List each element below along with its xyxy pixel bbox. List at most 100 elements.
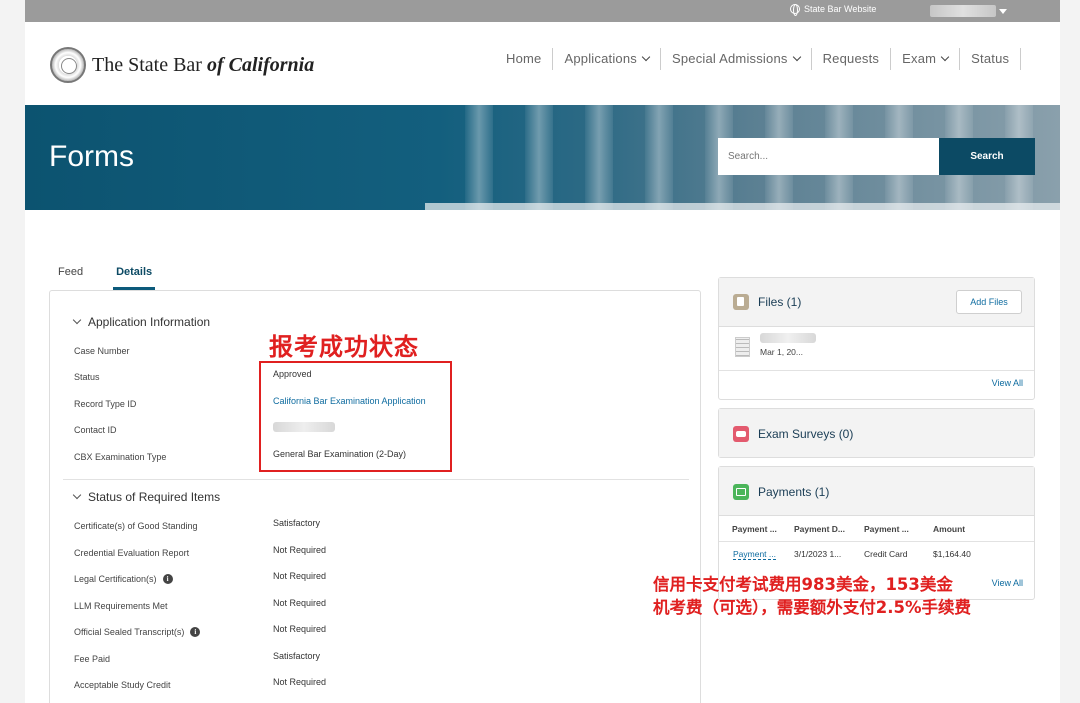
exam-surveys-title-text: Exam Surveys (0) <box>758 427 854 441</box>
required-items-header[interactable]: Status of Required Items <box>72 490 221 504</box>
llm-req-label-text: LLM Requirements Met <box>74 601 168 611</box>
info-icon[interactable]: i <box>162 574 173 584</box>
nav-exam-label: Exam <box>902 51 937 66</box>
exam-surveys-card: Exam Surveys (0) <box>718 408 1035 458</box>
case-number-label: Case Number <box>74 346 130 356</box>
fee-paid-label: Fee Paid <box>74 654 110 664</box>
payments-title-text: Payments (1) <box>758 485 830 499</box>
files-icon <box>733 294 749 310</box>
page-margin-left <box>0 0 25 703</box>
search-input[interactable] <box>718 138 940 175</box>
file-document-icon <box>735 337 750 357</box>
nav-applications-label: Applications <box>564 51 637 66</box>
annotation-highlight-box <box>259 361 452 472</box>
payment-method-cell: Credit Card <box>864 549 908 559</box>
credential-eval-label: Credential Evaluation Report <box>74 548 189 558</box>
chevron-down-icon <box>940 52 950 62</box>
user-menu-caret-icon[interactable] <box>999 9 1007 14</box>
nav-special-admissions-label: Special Admissions <box>671 51 788 66</box>
nav-home[interactable]: Home <box>495 48 554 70</box>
file-date: Mar 1, 20... <box>760 347 803 357</box>
state-bar-website-link[interactable]: State Bar Website <box>790 3 877 16</box>
site-header: The State Bar of California Home Applica… <box>25 22 1060 105</box>
files-view-all-link[interactable]: View All <box>992 378 1023 388</box>
payments-icon <box>733 484 749 500</box>
files-card-title[interactable]: Files (1) <box>733 294 801 310</box>
chevron-down-icon <box>72 315 82 325</box>
payment-record-link[interactable]: Payment ... <box>733 549 776 560</box>
good-standing-label-text: Certificate(s) of Good Standing <box>74 521 198 531</box>
files-divider <box>719 370 1034 371</box>
payment-annotation: 信用卡支付考试费用983美金，153美金 机考费（可选），需要额外支付2.5%手… <box>653 573 971 619</box>
user-menu-name-redacted[interactable] <box>930 5 996 17</box>
payments-view-all-link[interactable]: View All <box>992 578 1023 588</box>
nav-special-admissions[interactable]: Special Admissions <box>661 48 812 70</box>
state-bar-website-label: State Bar Website <box>804 4 877 14</box>
chevron-down-icon <box>792 52 801 62</box>
payment-date-col-header[interactable]: Payment D... <box>794 524 845 534</box>
chevron-down-icon <box>72 490 82 500</box>
record-tabs: Feed Details <box>58 266 156 290</box>
legal-cert-value: Not Required <box>273 571 327 581</box>
file-name-redacted[interactable] <box>760 333 816 343</box>
banner-ledge <box>425 203 1060 210</box>
exam-survey-icon <box>733 426 749 442</box>
record-type-label: Record Type ID <box>74 399 137 409</box>
credential-eval-label-text: Credential Evaluation Report <box>74 548 190 558</box>
status-label: Status <box>74 372 100 382</box>
payment-method-col-header[interactable]: Payment ... <box>864 524 909 534</box>
study-credit-label: Acceptable Study Credit <box>74 680 171 690</box>
section-divider <box>63 479 689 480</box>
main-frame: State Bar Website The State Bar of Calif… <box>25 0 1060 703</box>
chevron-down-icon <box>641 52 651 62</box>
payment-amount-cell: $1,164.40 <box>933 549 971 559</box>
nav-exam[interactable]: Exam <box>891 48 961 70</box>
page-banner: Forms Search <box>25 105 1060 210</box>
logo-of: of <box>206 53 224 76</box>
nav-status[interactable]: Status <box>960 48 1022 70</box>
logo-wordmark: The State Bar of California <box>92 54 314 77</box>
payment-annotation-line1: 信用卡支付考试费用983美金，153美金 <box>653 575 953 594</box>
files-card: Files (1) Add Files Mar 1, 20... View Al… <box>718 277 1035 400</box>
credential-eval-value: Not Required <box>273 545 327 555</box>
study-credit-label-text: Acceptable Study Credit <box>74 680 171 690</box>
sealed-transcript-label: Official Sealed Transcript(s) i <box>74 627 201 637</box>
payment-col-header[interactable]: Payment ... <box>732 524 777 534</box>
exam-surveys-title[interactable]: Exam Surveys (0) <box>733 426 853 442</box>
nav-requests[interactable]: Requests <box>812 48 892 70</box>
legal-cert-label-text: Legal Certification(s) <box>74 574 157 584</box>
state-seal-icon <box>50 47 86 83</box>
payments-divider <box>719 541 1034 542</box>
files-title-text: Files (1) <box>758 295 802 309</box>
payments-card-header: Payments (1) <box>719 467 1034 516</box>
nav-requests-label: Requests <box>822 51 880 66</box>
state-bar-logo[interactable]: The State Bar of California <box>50 47 314 83</box>
nav-status-label: Status <box>971 51 1010 66</box>
main-nav: Home Applications Special Admissions Req… <box>495 48 1022 70</box>
info-icon[interactable]: i <box>190 627 201 637</box>
logo-suffix: California <box>223 53 315 76</box>
page-title: Forms <box>49 140 134 173</box>
cbx-exam-type-label: CBX Examination Type <box>74 452 167 462</box>
legal-cert-label: Legal Certification(s) i <box>74 574 173 584</box>
fee-paid-value: Satisfactory <box>273 651 321 661</box>
status-annotation: 报考成功状态 <box>269 333 419 361</box>
search-button[interactable]: Search <box>939 138 1035 175</box>
required-items-heading: Status of Required Items <box>88 490 221 504</box>
files-card-header: Files (1) Add Files <box>719 278 1034 327</box>
good-standing-value: Satisfactory <box>273 518 321 528</box>
study-credit-value: Not Required <box>273 677 327 687</box>
good-standing-label: Certificate(s) of Good Standing <box>74 521 198 531</box>
payments-title[interactable]: Payments (1) <box>733 484 829 500</box>
payment-annotation-line2: 机考费（可选），需要额外支付2.5%手续费 <box>653 598 972 617</box>
exam-surveys-card-header: Exam Surveys (0) <box>719 409 1034 457</box>
nav-applications[interactable]: Applications <box>553 48 661 70</box>
payment-date-cell: 3/1/2023 1... <box>794 549 842 559</box>
application-info-header[interactable]: Application Information <box>72 315 211 329</box>
sealed-transcript-label-text: Official Sealed Transcript(s) <box>74 627 185 637</box>
tab-details[interactable]: Details <box>113 266 156 290</box>
amount-col-header[interactable]: Amount <box>933 524 965 534</box>
add-files-button[interactable]: Add Files <box>956 290 1022 314</box>
tab-feed[interactable]: Feed <box>58 266 83 290</box>
application-info-heading: Application Information <box>88 315 211 329</box>
